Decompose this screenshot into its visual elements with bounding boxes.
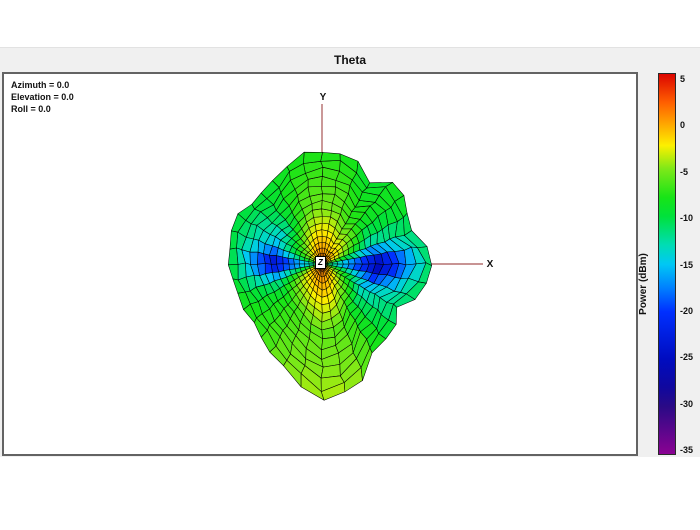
- z-axis-marker: Z: [315, 256, 326, 269]
- elevation-readout: Elevation = 0.0: [11, 91, 74, 103]
- mesh-facet: [277, 256, 284, 264]
- mesh-facet: [294, 259, 300, 264]
- mesh-facet: [265, 263, 272, 273]
- y-axis-label: Y: [316, 92, 330, 103]
- x-axis-label: X: [483, 259, 497, 270]
- title-bar: Theta: [0, 48, 700, 72]
- colorbar-tick-label: 5: [680, 73, 700, 85]
- colorbar-tick-label: 0: [680, 119, 700, 131]
- colorbar-tick-label: -30: [680, 398, 700, 410]
- colorbar-gradient: [658, 73, 676, 455]
- mesh-facet: [230, 231, 238, 249]
- mesh-facet: [299, 260, 304, 264]
- mesh-facet: [304, 261, 309, 264]
- mesh-facet: [250, 252, 258, 264]
- pattern-panel: Theta Azimuth = 0.0 Elevation = 0.0 Roll…: [0, 47, 700, 457]
- azimuth-readout: Azimuth = 0.0: [11, 79, 74, 91]
- app-window: Theta Azimuth = 0.0 Elevation = 0.0 Roll…: [0, 0, 700, 530]
- colorbar-tick-label: -20: [680, 305, 700, 317]
- mesh-facet: [322, 217, 331, 224]
- colorbar-tick-label: -15: [680, 259, 700, 271]
- mesh-facet: [321, 152, 341, 161]
- colorbar-tick-label: -35: [680, 444, 700, 456]
- mesh-facet: [321, 187, 335, 195]
- orientation-annotations: Azimuth = 0.0 Elevation = 0.0 Roll = 0.0: [11, 79, 74, 115]
- mesh-facet: [228, 248, 238, 265]
- mesh-facet: [322, 243, 326, 249]
- colorbar-axis-label: Power (dBm): [638, 224, 652, 344]
- colorbar-tick-label: -5: [680, 166, 700, 178]
- mesh-facet: [228, 265, 238, 281]
- colorbar-tick-label: -10: [680, 212, 700, 224]
- mesh-facet: [322, 223, 329, 231]
- roll-readout: Roll = 0.0: [11, 103, 74, 115]
- page-title: Theta: [334, 53, 366, 67]
- mesh-facet: [322, 236, 327, 242]
- plot-frame: Azimuth = 0.0 Elevation = 0.0 Roll = 0.0…: [2, 72, 638, 456]
- colorbar-tick-labels: 5 0 -5 -10 -15 -20 -25 -30 -35: [680, 0, 700, 530]
- colorbar-tick-label: -25: [680, 351, 700, 363]
